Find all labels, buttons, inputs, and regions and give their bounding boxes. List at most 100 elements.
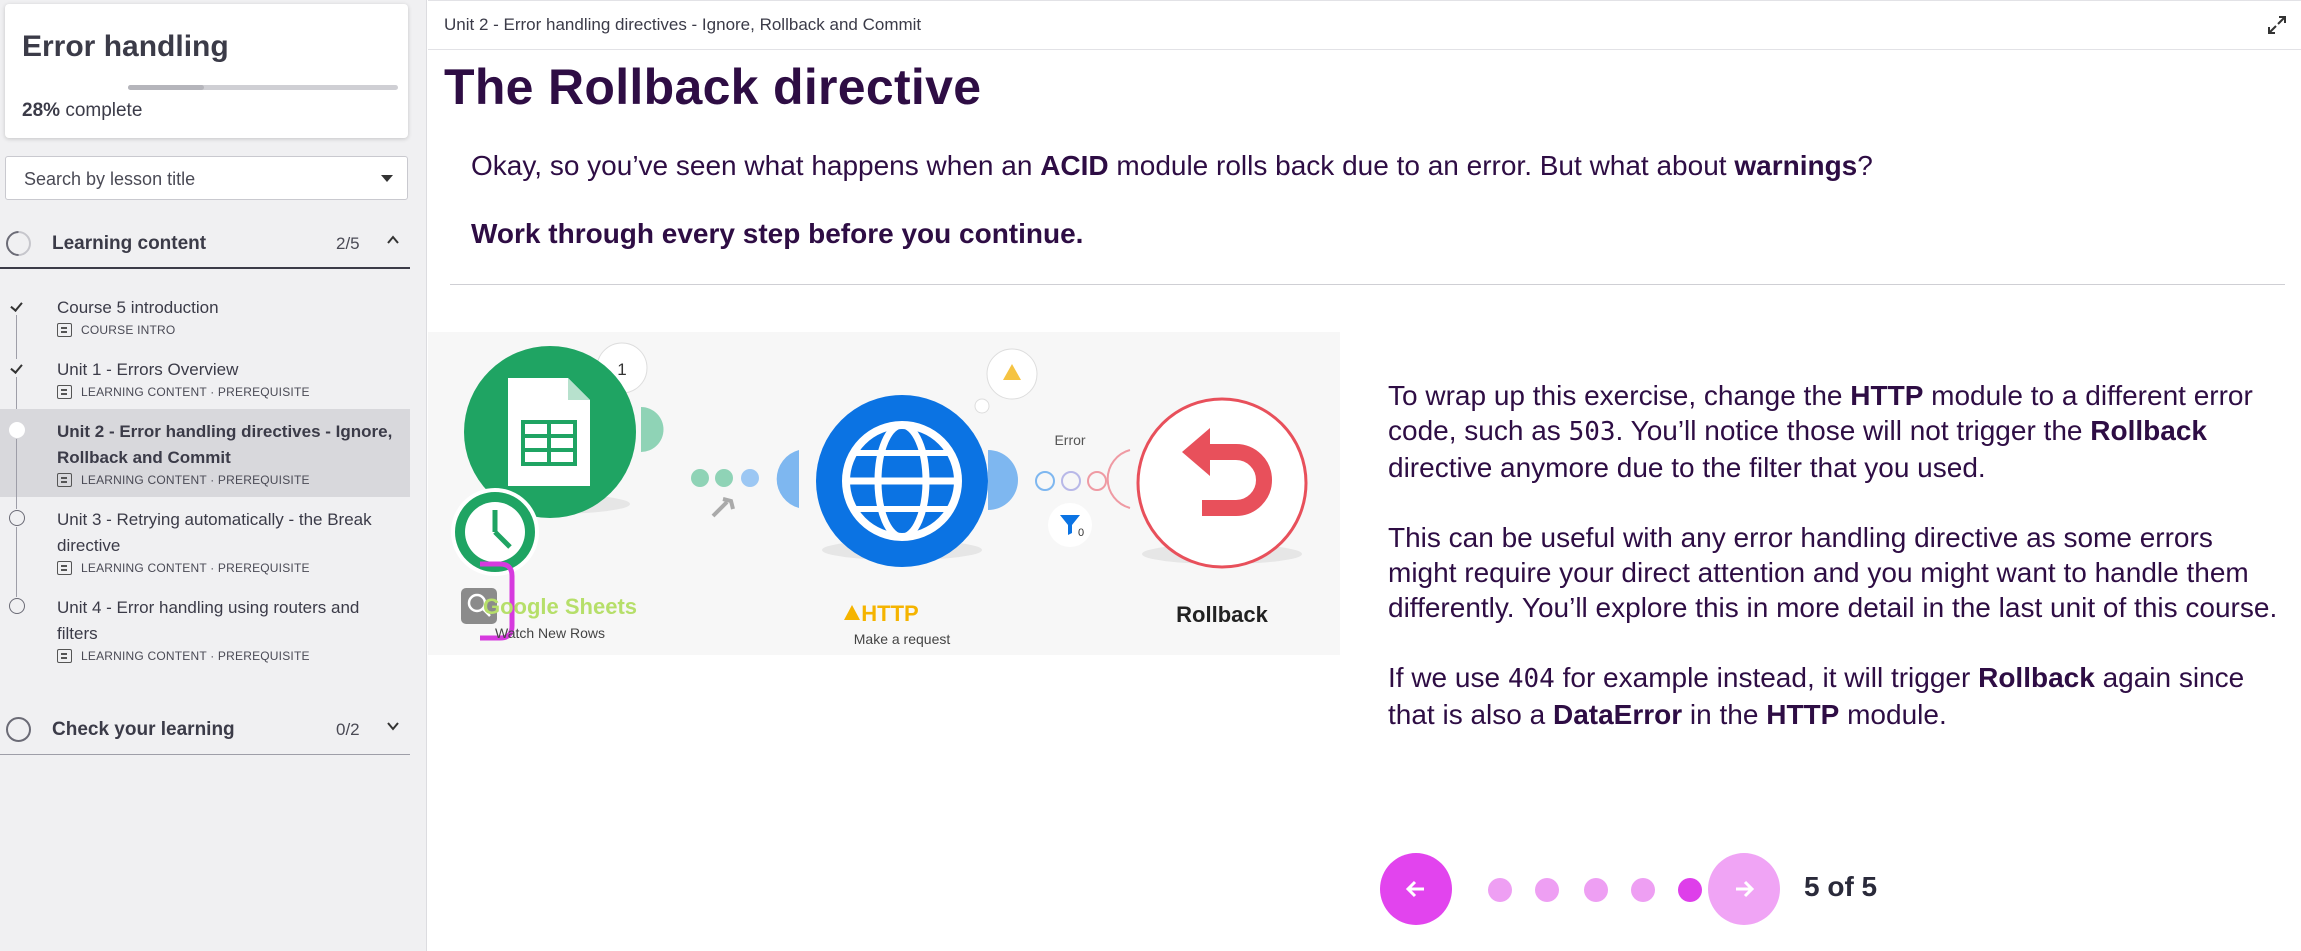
divider xyxy=(450,284,2285,285)
breadcrumb-bar: Unit 2 - Error handling directives - Ign… xyxy=(428,0,2301,50)
module1-bubble-count: 1 xyxy=(617,360,626,379)
intro-pre: Okay, so you’ve seen what happens when a… xyxy=(471,150,1041,181)
lesson-title: Unit 2 - Error handling directives - Ign… xyxy=(57,422,393,467)
step-dot[interactable] xyxy=(1584,878,1608,902)
intro-text: Okay, so you’ve seen what happens when a… xyxy=(471,150,1873,182)
module2-action: Make a request xyxy=(854,631,951,647)
section-title: Check your learning xyxy=(52,719,235,740)
arrow-left-icon xyxy=(1405,880,1424,898)
document-icon xyxy=(57,323,72,337)
intro-acid: ACID xyxy=(1040,150,1109,181)
current-lesson-dot-icon xyxy=(9,422,25,438)
intro-mid: module rolls back due to an error. But w… xyxy=(1108,150,1735,181)
p3-dataerror: DataError xyxy=(1552,699,1683,730)
section-title: Learning content xyxy=(52,233,207,254)
page-title: The Rollback directive xyxy=(444,59,982,115)
lesson-content: Unit 2 - Error handling directives - Ign… xyxy=(428,0,2301,951)
lesson-item[interactable]: Course 5 introduction COURSE INTRO xyxy=(0,285,410,359)
section-progress-ring-icon xyxy=(0,225,37,262)
circle-icon xyxy=(9,510,25,526)
expand-icon[interactable] xyxy=(2267,15,2287,35)
slides-icon xyxy=(57,385,72,399)
lesson-title: Unit 1 - Errors Overview xyxy=(57,360,239,379)
lesson-meta: LEARNING CONTENT · PREREQUISITE xyxy=(57,385,400,399)
checkmark-icon xyxy=(9,298,25,314)
previous-step-button[interactable] xyxy=(1380,853,1452,925)
intro-post: ? xyxy=(1857,150,1873,181)
filter-count: 0 xyxy=(1078,527,1084,539)
lesson-meta-text: LEARNING CONTENT · PREREQUISITE xyxy=(81,385,310,399)
lesson-title: Unit 4 - Error handling using routers an… xyxy=(57,598,360,643)
p3-a: If we use xyxy=(1388,662,1508,693)
step-dot-active[interactable] xyxy=(1678,878,1702,902)
lesson-title: Course 5 introduction xyxy=(57,298,219,317)
lesson-meta-text: LEARNING CONTENT · PREREQUISITE xyxy=(81,561,310,575)
section-learning-content[interactable]: Learning content 2/5 xyxy=(0,215,410,269)
step-dot[interactable] xyxy=(1535,878,1559,902)
p1-code: 503 xyxy=(1568,417,1616,447)
lesson-meta: COURSE INTRO xyxy=(57,323,400,337)
module1-action: Watch New Rows xyxy=(495,625,605,641)
p1-rollback: Rollback xyxy=(2090,415,2207,446)
paragraph-3: If we use 404 for example instead, it wi… xyxy=(1388,660,2288,732)
circle-icon xyxy=(9,598,25,614)
paragraph-1: To wrap up this exercise, change the HTT… xyxy=(1388,378,2288,485)
lesson-item[interactable]: Unit 4 - Error handling using routers an… xyxy=(0,585,410,673)
progress-percent: 28% xyxy=(22,100,61,121)
rollback-module[interactable] xyxy=(1136,397,1308,569)
lesson-meta: LEARNING CONTENT · PREREQUISITE xyxy=(57,649,400,663)
next-step-button[interactable] xyxy=(1708,853,1780,925)
p3-f: in the xyxy=(1682,699,1767,730)
step-dot[interactable] xyxy=(1631,878,1655,902)
course-card: Error handling 28% complete xyxy=(5,4,408,138)
step-dot[interactable] xyxy=(1488,878,1512,902)
step-counter: 5 of 5 xyxy=(1804,871,1878,902)
lesson-meta: LEARNING CONTENT · PREREQUISITE xyxy=(57,473,400,487)
explanation-text: To wrap up this exercise, change the HTT… xyxy=(1388,378,2288,767)
error-route-label: Error xyxy=(1054,432,1085,448)
wrench-icon xyxy=(711,497,735,518)
warning-icon xyxy=(844,605,860,620)
course-progress-bar xyxy=(128,85,398,90)
step-pager: 5 of 5 xyxy=(1380,853,1920,925)
lesson-list: Course 5 introduction COURSE INTRO Unit … xyxy=(0,285,410,673)
chevron-down-icon xyxy=(387,722,399,731)
lesson-meta: LEARNING CONTENT · PREREQUISITE xyxy=(57,561,400,575)
lesson-item[interactable]: Unit 3 - Retrying automatically - the Br… xyxy=(0,497,410,597)
slides-icon xyxy=(57,561,72,575)
p3-b: for example instead, it will trigger xyxy=(1554,662,1979,693)
p1-http: HTTP xyxy=(1850,380,1924,411)
lesson-search-select[interactable]: Search by lesson title xyxy=(5,156,408,200)
lesson-meta-text: LEARNING CONTENT · PREREQUISITE xyxy=(81,473,310,487)
module1-name: Google Sheets xyxy=(483,594,637,619)
slides-icon xyxy=(57,649,72,663)
module3-name: Rollback xyxy=(1176,602,1268,627)
arrow-right-icon xyxy=(1736,880,1755,898)
progress-suffix: complete xyxy=(65,100,143,121)
course-title: Error handling xyxy=(22,30,229,63)
intro-warnings: warnings xyxy=(1734,150,1858,181)
lesson-item[interactable]: Unit 1 - Errors Overview LEARNING CONTEN… xyxy=(0,347,410,421)
course-sidebar: Error handling 28% complete Search by le… xyxy=(0,0,427,951)
instruction-text: Work through every step before you conti… xyxy=(471,218,1084,249)
section-check-your-learning[interactable]: Check your learning 0/2 xyxy=(0,701,410,755)
p1-f: directive anymore due to the filter that… xyxy=(1388,452,1986,483)
section-count: 0/2 xyxy=(336,720,360,739)
course-progress-fill xyxy=(128,85,204,90)
course-progress-label: 28% complete xyxy=(22,100,142,122)
paragraph-2: This can be useful with any error handli… xyxy=(1388,522,2278,623)
checkmark-icon xyxy=(9,360,25,376)
lesson-search-placeholder: Search by lesson title xyxy=(24,169,196,189)
p1-a: To wrap up this exercise, change the xyxy=(1388,380,1851,411)
p1-d: . You’ll notice those will not trigger t… xyxy=(1615,415,2091,446)
scenario-diagram: 1 Google Sheets Watch New Rows HTTP Make… xyxy=(451,342,1308,647)
p3-code: 404 xyxy=(1507,664,1555,694)
scenario-image: 1 Google Sheets Watch New Rows HTTP Make… xyxy=(428,332,1340,655)
breadcrumb: Unit 2 - Error handling directives - Ign… xyxy=(444,15,922,34)
section-count: 2/5 xyxy=(336,234,360,253)
section-progress-ring-icon xyxy=(6,717,31,742)
lesson-item-current[interactable]: Unit 2 - Error handling directives - Ign… xyxy=(0,409,410,509)
chevron-up-icon xyxy=(387,235,399,244)
module2-name: HTTP xyxy=(861,601,918,626)
caret-down-icon xyxy=(381,175,393,182)
